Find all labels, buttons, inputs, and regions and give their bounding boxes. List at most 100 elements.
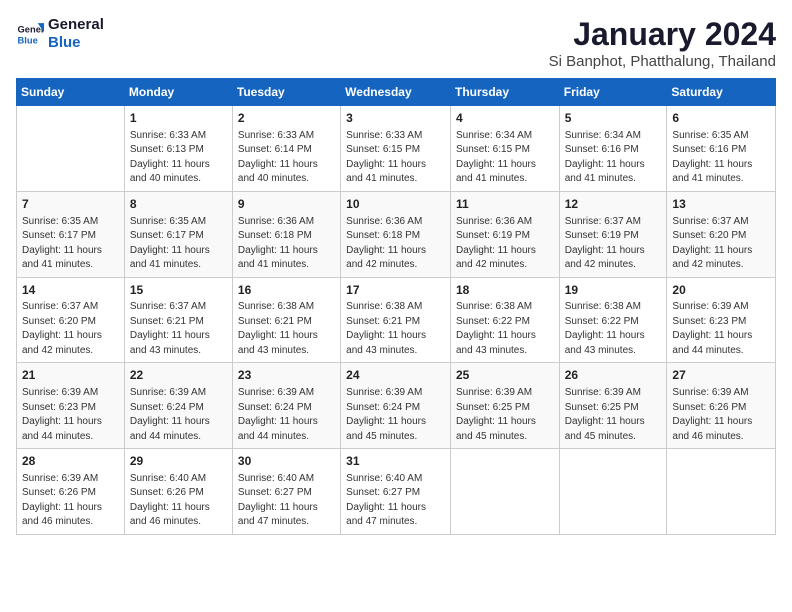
calendar-cell: 8 Sunrise: 6:35 AMSunset: 6:17 PMDaylight… <box>124 191 232 277</box>
day-number: 6 <box>672 110 770 127</box>
day-info: Sunrise: 6:37 AMSunset: 6:20 PMDaylight:… <box>672 215 770 273</box>
calendar-cell: 24 Sunrise: 6:39 AMSunset: 6:24 PMDayligh… <box>341 363 451 449</box>
calendar-cell: 31 Sunrise: 6:40 AMSunset: 6:27 PMDayligh… <box>341 449 451 535</box>
week-row-1: 1 Sunrise: 6:33 AMSunset: 6:13 PMDaylight… <box>17 106 776 192</box>
calendar-cell: 20Sunrise: 6:39 AMSunset: 6:23 PMDayligh… <box>667 277 776 363</box>
calendar-cell <box>17 106 125 192</box>
day-number: 9 <box>238 196 335 213</box>
day-number: 1 <box>130 110 227 127</box>
day-info: Sunrise: 6:37 AMSunset: 6:19 PMDaylight:… <box>565 215 662 273</box>
header-thursday: Thursday <box>450 79 559 106</box>
day-number: 19 <box>565 282 662 299</box>
day-info: Sunrise: 6:39 AMSunset: 6:26 PMDaylight:… <box>22 472 119 530</box>
calendar-cell: 12 Sunrise: 6:37 AMSunset: 6:19 PMDayligh… <box>559 191 667 277</box>
svg-text:Blue: Blue <box>18 35 38 45</box>
week-row-3: 14Sunrise: 6:37 AMSunset: 6:20 PMDayligh… <box>17 277 776 363</box>
day-number: 11 <box>456 196 554 213</box>
day-info: Sunrise: 6:39 AMSunset: 6:24 PMDaylight:… <box>130 386 227 444</box>
calendar-cell: 19Sunrise: 6:38 AMSunset: 6:22 PMDayligh… <box>559 277 667 363</box>
day-info: Sunrise: 6:35 AMSunset: 6:17 PMDaylight:… <box>130 215 227 273</box>
day-info: Sunrise: 6:39 AMSunset: 6:25 PMDaylight:… <box>456 386 554 444</box>
calendar-cell: 29Sunrise: 6:40 AMSunset: 6:26 PMDayligh… <box>124 449 232 535</box>
day-info: Sunrise: 6:34 AMSunset: 6:16 PMDaylight:… <box>565 129 662 187</box>
week-row-4: 21 Sunrise: 6:39 AMSunset: 6:23 PMDayligh… <box>17 363 776 449</box>
day-number: 4 <box>456 110 554 127</box>
main-title: January 2024 <box>549 16 776 53</box>
day-number: 28 <box>22 453 119 470</box>
logo-line1: General <box>48 16 104 34</box>
logo-line2: Blue <box>48 34 104 52</box>
day-info: Sunrise: 6:37 AMSunset: 6:20 PMDaylight:… <box>22 300 119 358</box>
day-number: 3 <box>346 110 445 127</box>
calendar-cell: 16Sunrise: 6:38 AMSunset: 6:21 PMDayligh… <box>232 277 340 363</box>
day-info: Sunrise: 6:33 AMSunset: 6:14 PMDaylight:… <box>238 129 335 187</box>
day-number: 7 <box>22 196 119 213</box>
calendar-cell: 26 Sunrise: 6:39 AMSunset: 6:25 PMDayligh… <box>559 363 667 449</box>
week-row-5: 28 Sunrise: 6:39 AMSunset: 6:26 PMDayligh… <box>17 449 776 535</box>
day-info: Sunrise: 6:38 AMSunset: 6:21 PMDaylight:… <box>238 300 335 358</box>
calendar-cell: 11Sunrise: 6:36 AMSunset: 6:19 PMDayligh… <box>450 191 559 277</box>
calendar-cell: 4 Sunrise: 6:34 AMSunset: 6:15 PMDaylight… <box>450 106 559 192</box>
calendar-cell: 18Sunrise: 6:38 AMSunset: 6:22 PMDayligh… <box>450 277 559 363</box>
day-info: Sunrise: 6:37 AMSunset: 6:21 PMDaylight:… <box>130 300 227 358</box>
calendar-cell: 28 Sunrise: 6:39 AMSunset: 6:26 PMDayligh… <box>17 449 125 535</box>
calendar-cell: 21 Sunrise: 6:39 AMSunset: 6:23 PMDayligh… <box>17 363 125 449</box>
day-info: Sunrise: 6:39 AMSunset: 6:23 PMDaylight:… <box>22 386 119 444</box>
calendar-cell: 25Sunrise: 6:39 AMSunset: 6:25 PMDayligh… <box>450 363 559 449</box>
day-info: Sunrise: 6:38 AMSunset: 6:22 PMDaylight:… <box>565 300 662 358</box>
header-tuesday: Tuesday <box>232 79 340 106</box>
calendar-cell: 9 Sunrise: 6:36 AMSunset: 6:18 PMDaylight… <box>232 191 340 277</box>
day-number: 24 <box>346 367 445 384</box>
day-info: Sunrise: 6:35 AMSunset: 6:17 PMDaylight:… <box>22 215 119 273</box>
day-info: Sunrise: 6:33 AMSunset: 6:15 PMDaylight:… <box>346 129 445 187</box>
calendar-cell: 17Sunrise: 6:38 AMSunset: 6:21 PMDayligh… <box>341 277 451 363</box>
calendar-cell <box>667 449 776 535</box>
calendar-cell: 5 Sunrise: 6:34 AMSunset: 6:16 PMDaylight… <box>559 106 667 192</box>
calendar-cell: 7 Sunrise: 6:35 AMSunset: 6:17 PMDaylight… <box>17 191 125 277</box>
day-info: Sunrise: 6:39 AMSunset: 6:26 PMDaylight:… <box>672 386 770 444</box>
day-number: 14 <box>22 282 119 299</box>
day-info: Sunrise: 6:38 AMSunset: 6:22 PMDaylight:… <box>456 300 554 358</box>
header-wednesday: Wednesday <box>341 79 451 106</box>
day-info: Sunrise: 6:39 AMSunset: 6:24 PMDaylight:… <box>238 386 335 444</box>
calendar-cell: 15Sunrise: 6:37 AMSunset: 6:21 PMDayligh… <box>124 277 232 363</box>
title-block: January 2024 Si Banphot, Phatthalung, Th… <box>549 16 776 70</box>
day-number: 12 <box>565 196 662 213</box>
calendar-cell: 10 Sunrise: 6:36 AMSunset: 6:18 PMDayligh… <box>341 191 451 277</box>
day-number: 15 <box>130 282 227 299</box>
day-info: Sunrise: 6:39 AMSunset: 6:23 PMDaylight:… <box>672 300 770 358</box>
day-info: Sunrise: 6:33 AMSunset: 6:13 PMDaylight:… <box>130 129 227 187</box>
day-info: Sunrise: 6:38 AMSunset: 6:21 PMDaylight:… <box>346 300 445 358</box>
calendar-cell: 22Sunrise: 6:39 AMSunset: 6:24 PMDayligh… <box>124 363 232 449</box>
calendar-cell: 14Sunrise: 6:37 AMSunset: 6:20 PMDayligh… <box>17 277 125 363</box>
day-info: Sunrise: 6:36 AMSunset: 6:18 PMDaylight:… <box>346 215 445 273</box>
day-info: Sunrise: 6:34 AMSunset: 6:15 PMDaylight:… <box>456 129 554 187</box>
day-number: 31 <box>346 453 445 470</box>
calendar-cell <box>450 449 559 535</box>
day-info: Sunrise: 6:39 AMSunset: 6:24 PMDaylight:… <box>346 386 445 444</box>
day-number: 8 <box>130 196 227 213</box>
calendar-cell: 2Sunrise: 6:33 AMSunset: 6:14 PMDaylight… <box>232 106 340 192</box>
day-number: 17 <box>346 282 445 299</box>
day-info: Sunrise: 6:40 AMSunset: 6:27 PMDaylight:… <box>238 472 335 530</box>
logo-icon: General Blue <box>16 20 44 48</box>
header-friday: Friday <box>559 79 667 106</box>
page-header: General Blue General Blue January 2024 S… <box>16 16 776 70</box>
logo: General Blue General Blue <box>16 16 104 52</box>
header-saturday: Saturday <box>667 79 776 106</box>
day-number: 5 <box>565 110 662 127</box>
calendar-cell: 1 Sunrise: 6:33 AMSunset: 6:13 PMDaylight… <box>124 106 232 192</box>
day-info: Sunrise: 6:36 AMSunset: 6:18 PMDaylight:… <box>238 215 335 273</box>
day-info: Sunrise: 6:39 AMSunset: 6:25 PMDaylight:… <box>565 386 662 444</box>
day-number: 30 <box>238 453 335 470</box>
calendar-cell: 27Sunrise: 6:39 AMSunset: 6:26 PMDayligh… <box>667 363 776 449</box>
header-sunday: Sunday <box>17 79 125 106</box>
day-number: 21 <box>22 367 119 384</box>
day-info: Sunrise: 6:40 AMSunset: 6:27 PMDaylight:… <box>346 472 445 530</box>
day-number: 26 <box>565 367 662 384</box>
day-number: 10 <box>346 196 445 213</box>
day-number: 18 <box>456 282 554 299</box>
calendar-table: SundayMondayTuesdayWednesdayThursdayFrid… <box>16 78 776 535</box>
calendar-cell: 6Sunrise: 6:35 AMSunset: 6:16 PMDaylight… <box>667 106 776 192</box>
calendar-cell: 23Sunrise: 6:39 AMSunset: 6:24 PMDayligh… <box>232 363 340 449</box>
